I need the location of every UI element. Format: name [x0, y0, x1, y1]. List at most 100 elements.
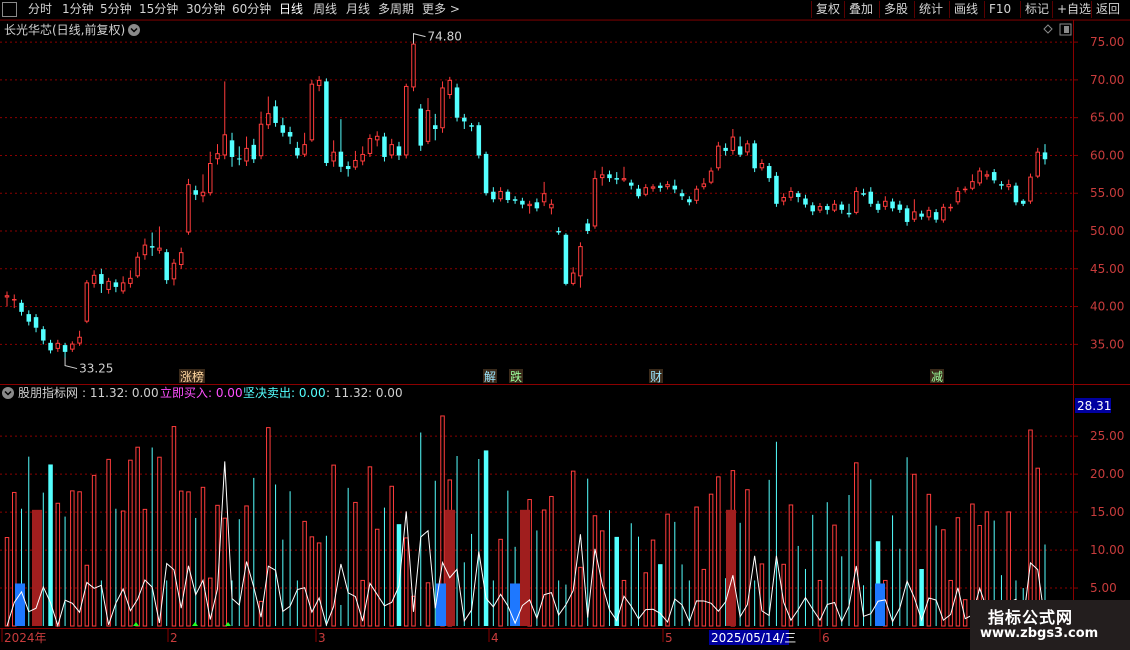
- indicator-header-text: : 0.00: [208, 386, 243, 400]
- indicator-bar-up: [788, 504, 794, 627]
- indicator-bar-up: [541, 509, 547, 627]
- candle-body-down: [164, 252, 169, 281]
- indicator-header-text: 立即买入: [160, 385, 208, 400]
- toolbar-button-6[interactable]: 标记: [1025, 2, 1049, 17]
- event-marker: 减: [931, 370, 943, 384]
- candle-body-up: [411, 43, 416, 88]
- toolbar-separator: [844, 1, 845, 18]
- candle-body-up: [186, 184, 191, 233]
- price-tick-label: 35.00: [1090, 337, 1124, 351]
- indicator-bar-up: [854, 462, 859, 627]
- tab-3[interactable]: 15分钟: [139, 2, 178, 17]
- candle-body-up: [498, 190, 503, 200]
- indicator-bar-up: [498, 538, 503, 627]
- indicator-tick-label: 10.00: [1090, 543, 1124, 557]
- tab-4[interactable]: 30分钟: [186, 2, 225, 17]
- candle-body-up: [367, 138, 373, 154]
- candle-body-down: [687, 199, 692, 203]
- price-tick-label: 60.00: [1090, 148, 1124, 162]
- indicator-bar-up: [200, 486, 206, 627]
- candle-body-down: [774, 175, 779, 204]
- candle-body-down: [62, 345, 68, 352]
- tab-7[interactable]: 周线: [313, 2, 337, 17]
- candle-body-down: [824, 206, 830, 210]
- tab-0[interactable]: 分时: [28, 2, 52, 17]
- tab-2[interactable]: 5分钟: [100, 2, 132, 17]
- toolbar-button-5[interactable]: F10: [989, 2, 1011, 17]
- candle-body-up: [389, 144, 394, 156]
- price-tick-label: 50.00: [1090, 224, 1124, 238]
- kline-chart[interactable]: 75.0070.0065.0060.0055.0050.0045.0040.00…: [0, 20, 1130, 650]
- toolbar-button-3[interactable]: 统计: [919, 2, 943, 17]
- candle-body-up: [106, 280, 111, 290]
- buy-signal-block: [510, 583, 520, 626]
- candle-body-up: [549, 203, 554, 209]
- tab-1[interactable]: 1分钟: [62, 2, 94, 17]
- toolbar-button-0[interactable]: 复权: [816, 2, 840, 17]
- indicator-bar-up: [578, 566, 583, 627]
- candle-body-down: [868, 191, 874, 204]
- candle-body-down: [919, 213, 924, 217]
- indicator-bar-up: [222, 517, 228, 627]
- indicator-bar-up: [367, 466, 373, 627]
- indicator-bar-up: [186, 491, 191, 627]
- tab-10[interactable]: 更多 >: [422, 2, 460, 17]
- time-axis-label: 2: [170, 631, 178, 645]
- candle-body-up: [912, 211, 917, 220]
- price-tick-label: 45.00: [1090, 262, 1124, 276]
- candle-body-down: [251, 144, 257, 160]
- indicator-bar-up: [316, 542, 322, 627]
- indicator-bar-up: [425, 582, 431, 627]
- period-menu-icon[interactable]: [2, 2, 17, 17]
- indicator-bar-up: [549, 495, 554, 627]
- cursor-date-label: 2025/05/14/三: [711, 631, 796, 645]
- price-tick-label: 70.00: [1090, 73, 1124, 87]
- candle-body-down: [897, 204, 903, 210]
- toolbar-separator: [984, 1, 985, 18]
- candle-body-up: [55, 342, 61, 349]
- candle-body-up: [1035, 151, 1040, 177]
- event-marker: 解: [484, 370, 496, 384]
- toolbar-button-2[interactable]: 多股: [884, 2, 908, 17]
- diamond-icon[interactable]: [1043, 24, 1053, 34]
- tab-5[interactable]: 60分钟: [232, 2, 271, 17]
- indicator-tick-label: 20.00: [1090, 467, 1124, 481]
- candle-body-down: [345, 166, 351, 170]
- toolbar-button-1[interactable]: 叠加: [849, 2, 873, 17]
- candle-body-down: [636, 188, 641, 197]
- title-dropdown-icon[interactable]: [128, 24, 140, 36]
- candle-body-down: [672, 185, 678, 190]
- candle-body-up: [91, 274, 97, 284]
- toolbar-button-4[interactable]: 画线: [954, 2, 978, 17]
- indicator-bar-up: [266, 427, 271, 627]
- tab-6[interactable]: 日线: [279, 2, 303, 17]
- candle-body-up: [12, 299, 17, 301]
- toolbar-separator: [811, 1, 812, 18]
- tab-9[interactable]: 多周期: [378, 2, 414, 17]
- candle-body-down: [629, 182, 634, 186]
- candle-body-up: [730, 136, 736, 151]
- candle-body-down: [505, 191, 511, 201]
- indicator-bar-up: [389, 485, 394, 627]
- candle-body-down: [846, 212, 852, 215]
- event-marker: 财: [650, 370, 662, 384]
- tab-8[interactable]: 月线: [346, 2, 370, 17]
- low-price-label: 33.25: [79, 362, 113, 376]
- indicator-bar-up: [91, 474, 97, 627]
- candle-body-down: [556, 231, 561, 233]
- candle-body-down: [462, 117, 467, 122]
- candle-body-down: [991, 172, 997, 181]
- indicator-bar-up: [171, 426, 177, 627]
- indicator-bar-up: [650, 539, 656, 627]
- toolbar-button-8[interactable]: 返回: [1096, 2, 1120, 17]
- candle-body-down: [534, 202, 540, 209]
- buy-signal-block: [436, 583, 446, 626]
- indicator-dropdown-icon[interactable]: [2, 387, 14, 399]
- candle-body-up: [955, 190, 961, 203]
- toolbar-button-7[interactable]: +自选: [1057, 2, 1091, 17]
- candle-body-up: [541, 193, 547, 203]
- candle-body-up: [984, 174, 990, 177]
- candle-body-up: [266, 113, 271, 126]
- indicator-bar-up: [403, 537, 409, 627]
- candle-body-up: [578, 246, 583, 277]
